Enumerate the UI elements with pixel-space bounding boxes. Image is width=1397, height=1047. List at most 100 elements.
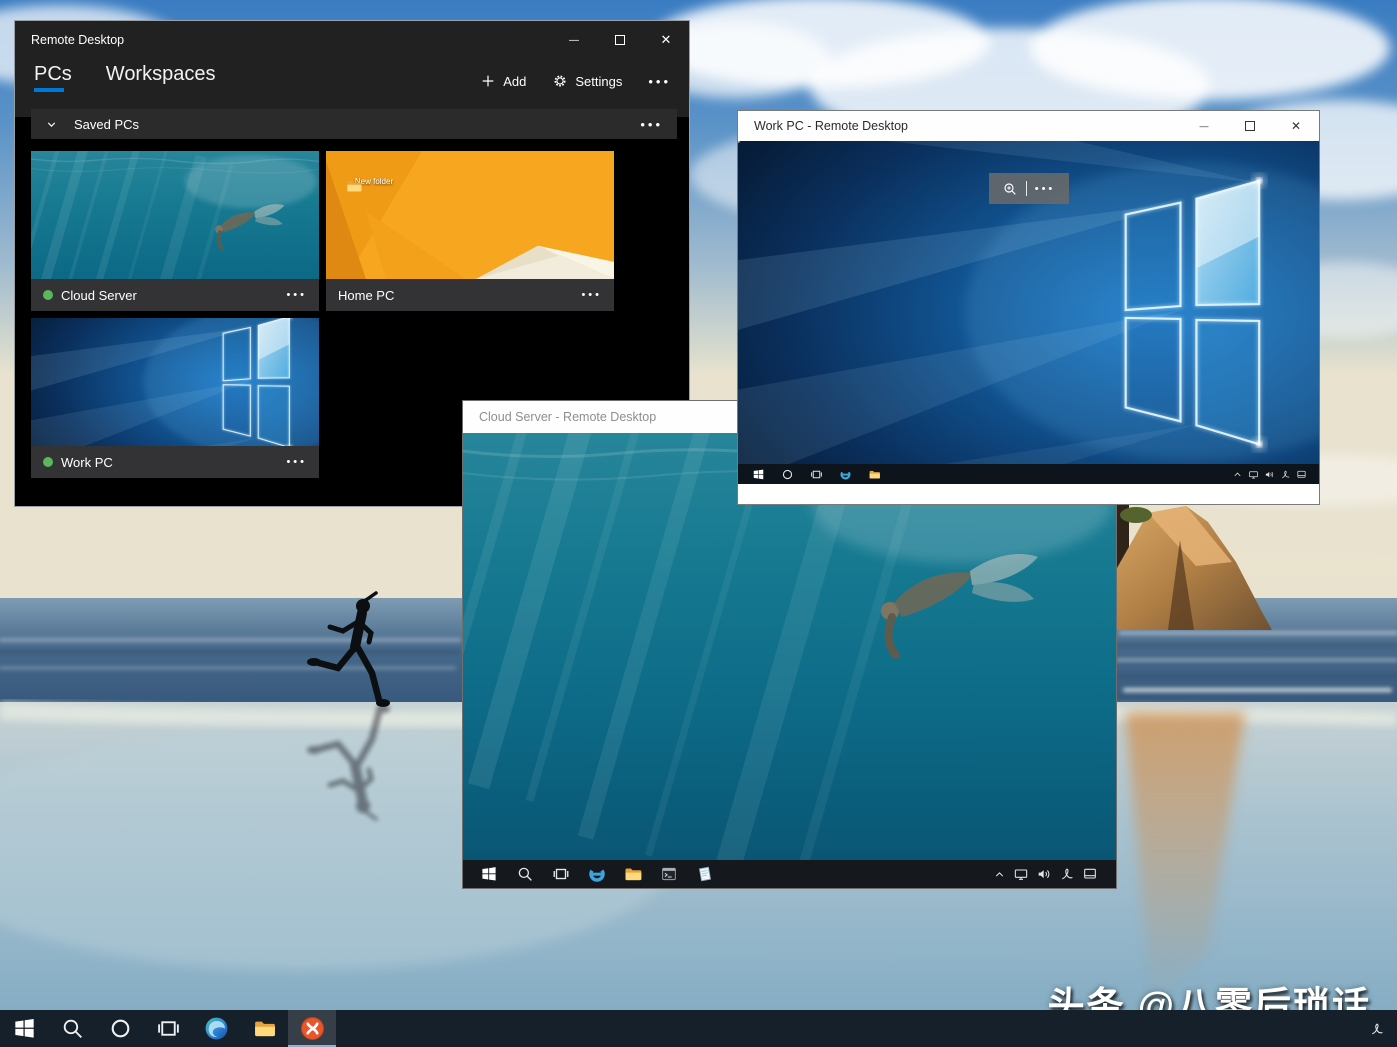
file-explorer-icon	[870, 470, 880, 478]
gear-icon	[552, 73, 568, 89]
pc-thumbnail	[31, 318, 319, 446]
ink-workspace-icon[interactable]	[1059, 866, 1075, 882]
edge-button[interactable]	[831, 464, 860, 484]
network-icon[interactable]	[1013, 866, 1029, 882]
tile-overflow-button[interactable]: •••	[286, 289, 307, 301]
cortana-button[interactable]	[773, 464, 802, 484]
online-status-dot	[43, 290, 53, 300]
session-title: Work PC - Remote Desktop	[754, 119, 908, 133]
connection-bar[interactable]: •••	[989, 173, 1069, 204]
session-titlebar[interactable]: Work PC - Remote Desktop — ✕	[738, 111, 1319, 141]
maximize-icon	[1245, 121, 1255, 131]
chevron-down-icon[interactable]	[45, 118, 58, 131]
settings-button[interactable]: Settings	[552, 73, 622, 89]
pc-tile-cloud-server[interactable]: Cloud Server •••	[31, 151, 319, 311]
close-button[interactable]: ✕	[643, 21, 689, 59]
pc-thumbnail: New folder	[326, 151, 614, 279]
tab-workspaces[interactable]: Workspaces	[106, 63, 216, 98]
edge-icon	[589, 866, 606, 883]
minimize-icon: —	[569, 35, 579, 46]
task-view-icon	[159, 1021, 178, 1036]
remote-taskbar	[463, 860, 1116, 888]
remote-desktop-viewport[interactable]: •••	[738, 141, 1319, 484]
search-icon	[519, 868, 531, 880]
task-view-icon	[554, 869, 568, 880]
task-view-icon	[812, 470, 822, 478]
task-view-button[interactable]	[144, 1010, 192, 1047]
app-overflow-button[interactable]: •••	[648, 74, 671, 89]
notepad-button[interactable]	[687, 860, 723, 888]
tab-pcs-label: PCs	[34, 63, 72, 85]
close-icon: ✕	[1291, 119, 1301, 133]
edge-button[interactable]	[579, 860, 615, 888]
show-hidden-icons-chevron[interactable]	[993, 868, 1006, 881]
saved-pcs-header[interactable]: Saved PCs •••	[31, 109, 677, 139]
action-center-icon[interactable]	[1082, 866, 1098, 882]
pc-tile-home-pc[interactable]: New folder Home PC •••	[326, 151, 614, 311]
edge-button[interactable]	[192, 1010, 240, 1047]
saved-pcs-overflow-button[interactable]: •••	[640, 117, 663, 132]
tab-pcs[interactable]: PCs	[34, 63, 72, 98]
search-icon	[64, 1021, 81, 1038]
add-label: Add	[503, 74, 526, 89]
remote-desktop-icon	[301, 1017, 323, 1039]
online-status-dot	[43, 457, 53, 467]
host-taskbar	[0, 1010, 1397, 1047]
file-explorer-icon	[255, 1022, 275, 1036]
volume-icon[interactable]	[1264, 469, 1275, 480]
show-hidden-icons-chevron[interactable]	[1232, 469, 1243, 480]
file-explorer-button[interactable]	[240, 1010, 288, 1047]
pc-name: Home PC	[338, 288, 394, 303]
remote-desktop-folder-shortcut: New folder	[344, 177, 404, 186]
tile-overflow-button[interactable]: •••	[581, 289, 602, 301]
ink-workspace-icon[interactable]	[1369, 1021, 1385, 1037]
search-button[interactable]	[48, 1010, 96, 1047]
file-explorer-button[interactable]	[860, 464, 889, 484]
start-icon	[754, 469, 764, 479]
edge-icon	[205, 1018, 227, 1040]
minimize-button[interactable]: —	[551, 21, 597, 59]
file-explorer-button[interactable]	[615, 860, 651, 888]
pc-thumbnail	[31, 151, 319, 279]
command-prompt-icon	[663, 868, 676, 879]
start-button[interactable]	[471, 860, 507, 888]
search-button[interactable]	[507, 860, 543, 888]
command-prompt-button[interactable]	[651, 860, 687, 888]
pc-tile-work-pc[interactable]: Work PC •••	[31, 318, 319, 478]
start-button[interactable]	[744, 464, 773, 484]
remote-taskbar	[738, 464, 1319, 484]
saved-pcs-label: Saved PCs	[74, 117, 139, 132]
session-title: Cloud Server - Remote Desktop	[479, 410, 656, 424]
task-view-button[interactable]	[802, 464, 831, 484]
settings-label: Settings	[575, 74, 622, 89]
plus-icon	[480, 73, 496, 89]
volume-icon[interactable]	[1036, 866, 1052, 882]
tile-overflow-button[interactable]: •••	[286, 456, 307, 468]
minimize-button[interactable]: —	[1181, 111, 1227, 141]
action-center-icon[interactable]	[1296, 469, 1307, 480]
network-icon[interactable]	[1248, 469, 1259, 480]
file-explorer-icon	[626, 869, 642, 881]
start-button[interactable]	[0, 1010, 48, 1047]
app-title: Remote Desktop	[31, 33, 124, 47]
task-view-button[interactable]	[543, 860, 579, 888]
close-icon: ✕	[661, 32, 672, 48]
pc-name: Work PC	[61, 455, 113, 470]
maximize-button[interactable]	[597, 21, 643, 59]
folder-icon	[344, 177, 364, 195]
maximize-button[interactable]	[1227, 111, 1273, 141]
add-button[interactable]: Add	[480, 73, 526, 89]
ink-workspace-icon[interactable]	[1280, 469, 1291, 480]
app-titlebar[interactable]: Remote Desktop — ✕	[15, 21, 689, 59]
cortana-button[interactable]	[96, 1010, 144, 1047]
remote-desktop-app-button[interactable]	[288, 1010, 336, 1047]
close-button[interactable]: ✕	[1273, 111, 1319, 141]
pc-name: Cloud Server	[61, 288, 137, 303]
tab-workspaces-label: Workspaces	[106, 63, 216, 85]
minimize-icon: —	[1200, 121, 1209, 131]
cortana-icon	[112, 1021, 128, 1037]
zoom-icon[interactable]	[1002, 181, 1018, 197]
desktop: Remote Desktop — ✕ PCs Workspaces Add	[0, 0, 1397, 1047]
connection-bar-overflow-button[interactable]: •••	[1035, 183, 1056, 195]
maximize-icon	[615, 35, 625, 45]
